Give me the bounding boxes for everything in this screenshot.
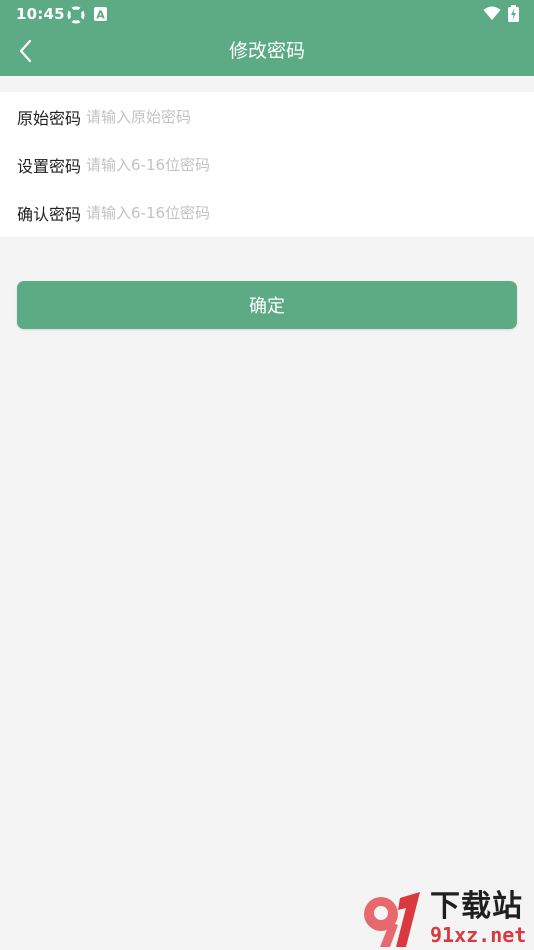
a-badge-icon: A bbox=[94, 7, 107, 25]
password-form: 原始密码 设置密码 确认密码 bbox=[0, 92, 534, 237]
new-password-label: 设置密码 bbox=[17, 157, 82, 176]
status-bar: 10:45 A bbox=[0, 0, 534, 28]
original-password-input[interactable] bbox=[86, 108, 506, 126]
original-password-label: 原始密码 bbox=[17, 109, 82, 128]
wifi-icon bbox=[483, 6, 501, 20]
a-badge-text: A bbox=[96, 9, 105, 22]
confirm-button[interactable]: 确定 bbox=[17, 281, 517, 329]
new-password-row: 设置密码 bbox=[0, 141, 534, 189]
confirm-password-row: 确认密码 bbox=[0, 189, 534, 237]
status-time: 10:45 bbox=[16, 5, 65, 23]
confirm-password-label: 确认密码 bbox=[17, 205, 82, 224]
confirm-password-input[interactable] bbox=[86, 204, 506, 222]
sync-icon bbox=[67, 6, 85, 24]
page-title: 修改密码 bbox=[228, 40, 305, 62]
watermark-url: 91xz.net bbox=[430, 923, 527, 947]
watermark: 下载站 91xz.net bbox=[362, 890, 532, 948]
watermark-title: 下载站 bbox=[430, 889, 523, 924]
battery-icon bbox=[508, 5, 519, 22]
original-password-row: 原始密码 bbox=[0, 93, 534, 141]
new-password-input[interactable] bbox=[86, 156, 506, 174]
app-header: 10:45 A 修改密码 bbox=[0, 0, 534, 76]
91-logo-icon bbox=[364, 892, 420, 947]
